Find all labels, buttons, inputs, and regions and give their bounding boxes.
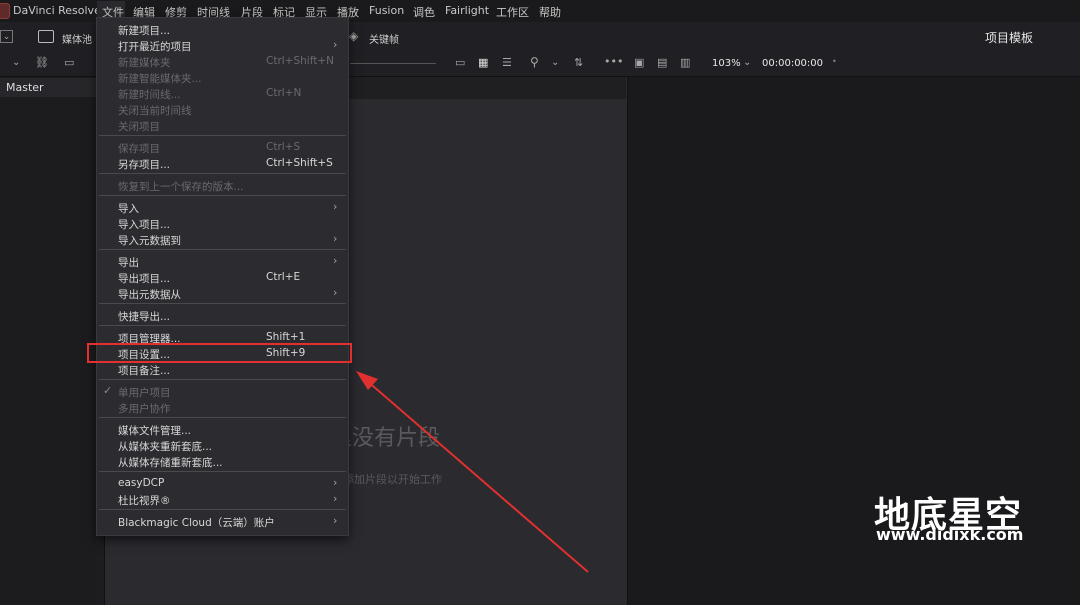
watermark-url: www.didixk.com [876,525,1024,544]
arrow-shaft [365,379,589,573]
